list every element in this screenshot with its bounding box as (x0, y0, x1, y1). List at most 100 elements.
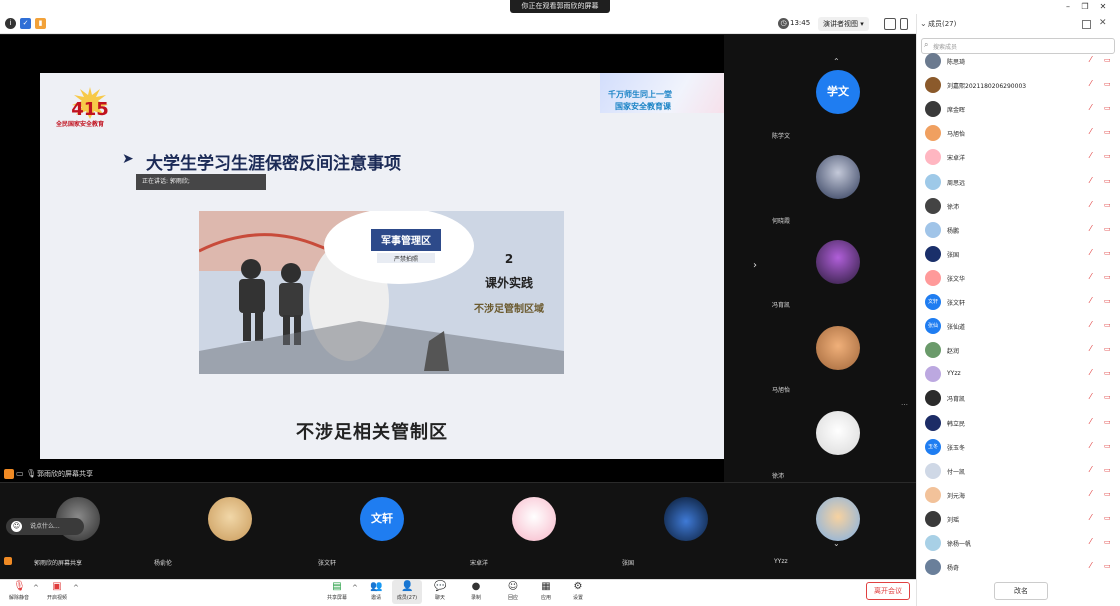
share-screen-button[interactable]: ▤ 共享屏幕 (322, 580, 352, 604)
avatar-right-4[interactable] (816, 326, 860, 370)
camera-off-icon: ▭ (1104, 249, 1111, 257)
chevron-down-icon[interactable]: ⌄ (920, 20, 928, 28)
control-bar (0, 579, 916, 606)
restore-icon[interactable]: ❐ (1080, 2, 1090, 12)
camera-off-icon: ▭ (1104, 128, 1111, 136)
settings-button[interactable]: ⚙ 设置 (563, 580, 593, 604)
member-avatar (925, 246, 941, 262)
avatar-right-5[interactable] (816, 411, 860, 455)
minimize-icon[interactable]: – (1063, 2, 1073, 12)
info-icon[interactable]: i (5, 18, 16, 29)
right-tile-name-5: 徐沛 (772, 473, 785, 480)
avatar-right-2[interactable] (816, 155, 860, 199)
member-name: 徐沛 (947, 204, 960, 211)
member-name: 杨奇 (947, 565, 960, 572)
signal-icon[interactable]: ▮ (35, 18, 46, 29)
member-avatar: 张仙 (925, 318, 941, 334)
member-name: 宋卓洋 (947, 155, 966, 162)
member-name: 陈思琦 (947, 59, 966, 66)
slide-title: 大学生学习生涯保密反间注意事项 (146, 154, 401, 174)
mic-muted-icon: ⁄ (1090, 513, 1092, 522)
member-name: 席金晖 (947, 107, 966, 114)
illustration-graphic: 军事管理区 严禁拍照 2 课外实践 不涉足管制区域 (199, 211, 564, 374)
sharing-banner[interactable]: 你正在观看郭雨欣的屏幕 (510, 0, 610, 13)
camera-off-icon: ▭ (1104, 225, 1111, 233)
member-name: 张仙道 (947, 324, 966, 331)
member-name: 刘元海 (947, 493, 966, 500)
member-avatar: 玉冬 (925, 439, 941, 455)
camera-off-icon: ▭ (1104, 393, 1111, 401)
mic-muted-icon: ⁄ (1090, 368, 1092, 377)
avatar-right-3[interactable] (816, 240, 860, 284)
fullscreen-icon[interactable] (884, 18, 896, 30)
avatar-bottom-6[interactable] (816, 497, 860, 541)
member-name: 韩立民 (947, 421, 966, 428)
camera-off-icon: ▭ (1104, 418, 1111, 426)
mic-muted-icon: ⁄ (1090, 465, 1092, 474)
view-mode-dropdown[interactable]: 演讲者视图 ▾ (818, 17, 869, 31)
bullet-arrow-icon: ➤ (122, 151, 134, 167)
mic-muted-icon: ⁄ (1090, 417, 1092, 426)
caret-up-icon[interactable]: ^ (33, 584, 39, 592)
chat-button[interactable]: 💬 聊天 (425, 580, 455, 604)
more-icon[interactable]: … (901, 400, 908, 407)
start-video-button[interactable]: ▣ 开启视频 (42, 580, 72, 604)
member-initials: 张仙 (927, 323, 938, 329)
bottom-tile-name-6: YYzz (774, 558, 788, 565)
avatar-bottom-2[interactable] (208, 497, 252, 541)
mic-muted-icon: ⁄ (1090, 272, 1092, 281)
invite-button[interactable]: 👥 邀请 (361, 580, 391, 604)
rename-button[interactable]: 改名 (994, 582, 1048, 600)
avatar-initials: 文轩 (371, 512, 393, 525)
avatar-bottom-5[interactable] (664, 497, 708, 541)
record-button[interactable]: ● 录制 (461, 580, 491, 604)
member-name: 刘嘉熙2021180206290003 (947, 83, 1027, 90)
mic-muted-icon: ⁄ (1090, 561, 1092, 570)
right-tile-name-4: 马旭怡 (772, 387, 791, 394)
member-avatar (925, 198, 941, 214)
chevron-down-icon[interactable]: ⌄ (833, 540, 843, 548)
bottom-tile-name-4: 宋卓洋 (470, 560, 489, 567)
camera-off-icon: ▭ (1104, 297, 1111, 305)
emoji-icon[interactable]: ☺ (11, 521, 22, 532)
popout-icon[interactable] (1082, 20, 1091, 29)
screen-icon: ▭ (16, 469, 24, 478)
member-name: 张文轩 (947, 300, 966, 307)
caret-up-icon[interactable]: ^ (73, 584, 79, 592)
avatar-right-1[interactable]: 学文 (816, 70, 860, 114)
slide-number: 2 (505, 252, 513, 266)
panel-toggle-icon[interactable] (900, 18, 908, 30)
bottom-tile-name-1: 郭雨欣的屏幕共享 (34, 560, 83, 567)
mic-muted-icon: ⁄ (1090, 320, 1092, 329)
member-name: 张文华 (947, 276, 966, 283)
leave-meeting-button[interactable]: 离开会议 (866, 582, 910, 600)
search-icon: ⌕ (924, 40, 929, 49)
unmute-button[interactable]: 🎙 解除静音 (4, 580, 34, 604)
avatar-initials: 学文 (827, 85, 849, 98)
member-avatar (925, 559, 941, 575)
member-avatar (925, 463, 941, 479)
participants-button[interactable]: 👤 成员(27) (392, 580, 422, 604)
chevron-up-icon[interactable]: ⌃ (833, 58, 843, 66)
avatar-bottom-3[interactable]: 文轩 (360, 497, 404, 541)
caret-up-icon[interactable]: ^ (352, 584, 358, 592)
slogan-line-1: 千万师生同上一堂 (608, 90, 672, 99)
chevron-right-icon[interactable]: › (753, 258, 763, 274)
clock-icon: ◷ (778, 18, 789, 29)
close-icon[interactable]: ✕ (1099, 19, 1108, 28)
camera-off-icon: ▭ (1104, 442, 1111, 450)
avatar-bottom-4[interactable] (512, 497, 556, 541)
member-name: 马旭怡 (947, 131, 966, 138)
close-icon[interactable]: ✕ (1098, 2, 1108, 12)
mic-muted-icon: ⁄ (1090, 344, 1092, 353)
panel-title: 成员(27) (928, 20, 957, 28)
shield-icon[interactable]: ✓ (20, 18, 31, 29)
right-tile-name-1: 陈学文 (772, 133, 791, 140)
bottom-tile-name-2: 杨俞伦 (154, 560, 173, 567)
mic-muted-icon: ⁄ (1090, 55, 1092, 64)
camera-off-icon: ▭ (1104, 369, 1111, 377)
record-icon: ● (471, 581, 481, 592)
reactions-button[interactable]: ☺ 回应 (498, 580, 528, 604)
bottom-tile-name-5: 张国 (622, 560, 635, 567)
apps-button[interactable]: ▦ 应用 (531, 580, 561, 604)
